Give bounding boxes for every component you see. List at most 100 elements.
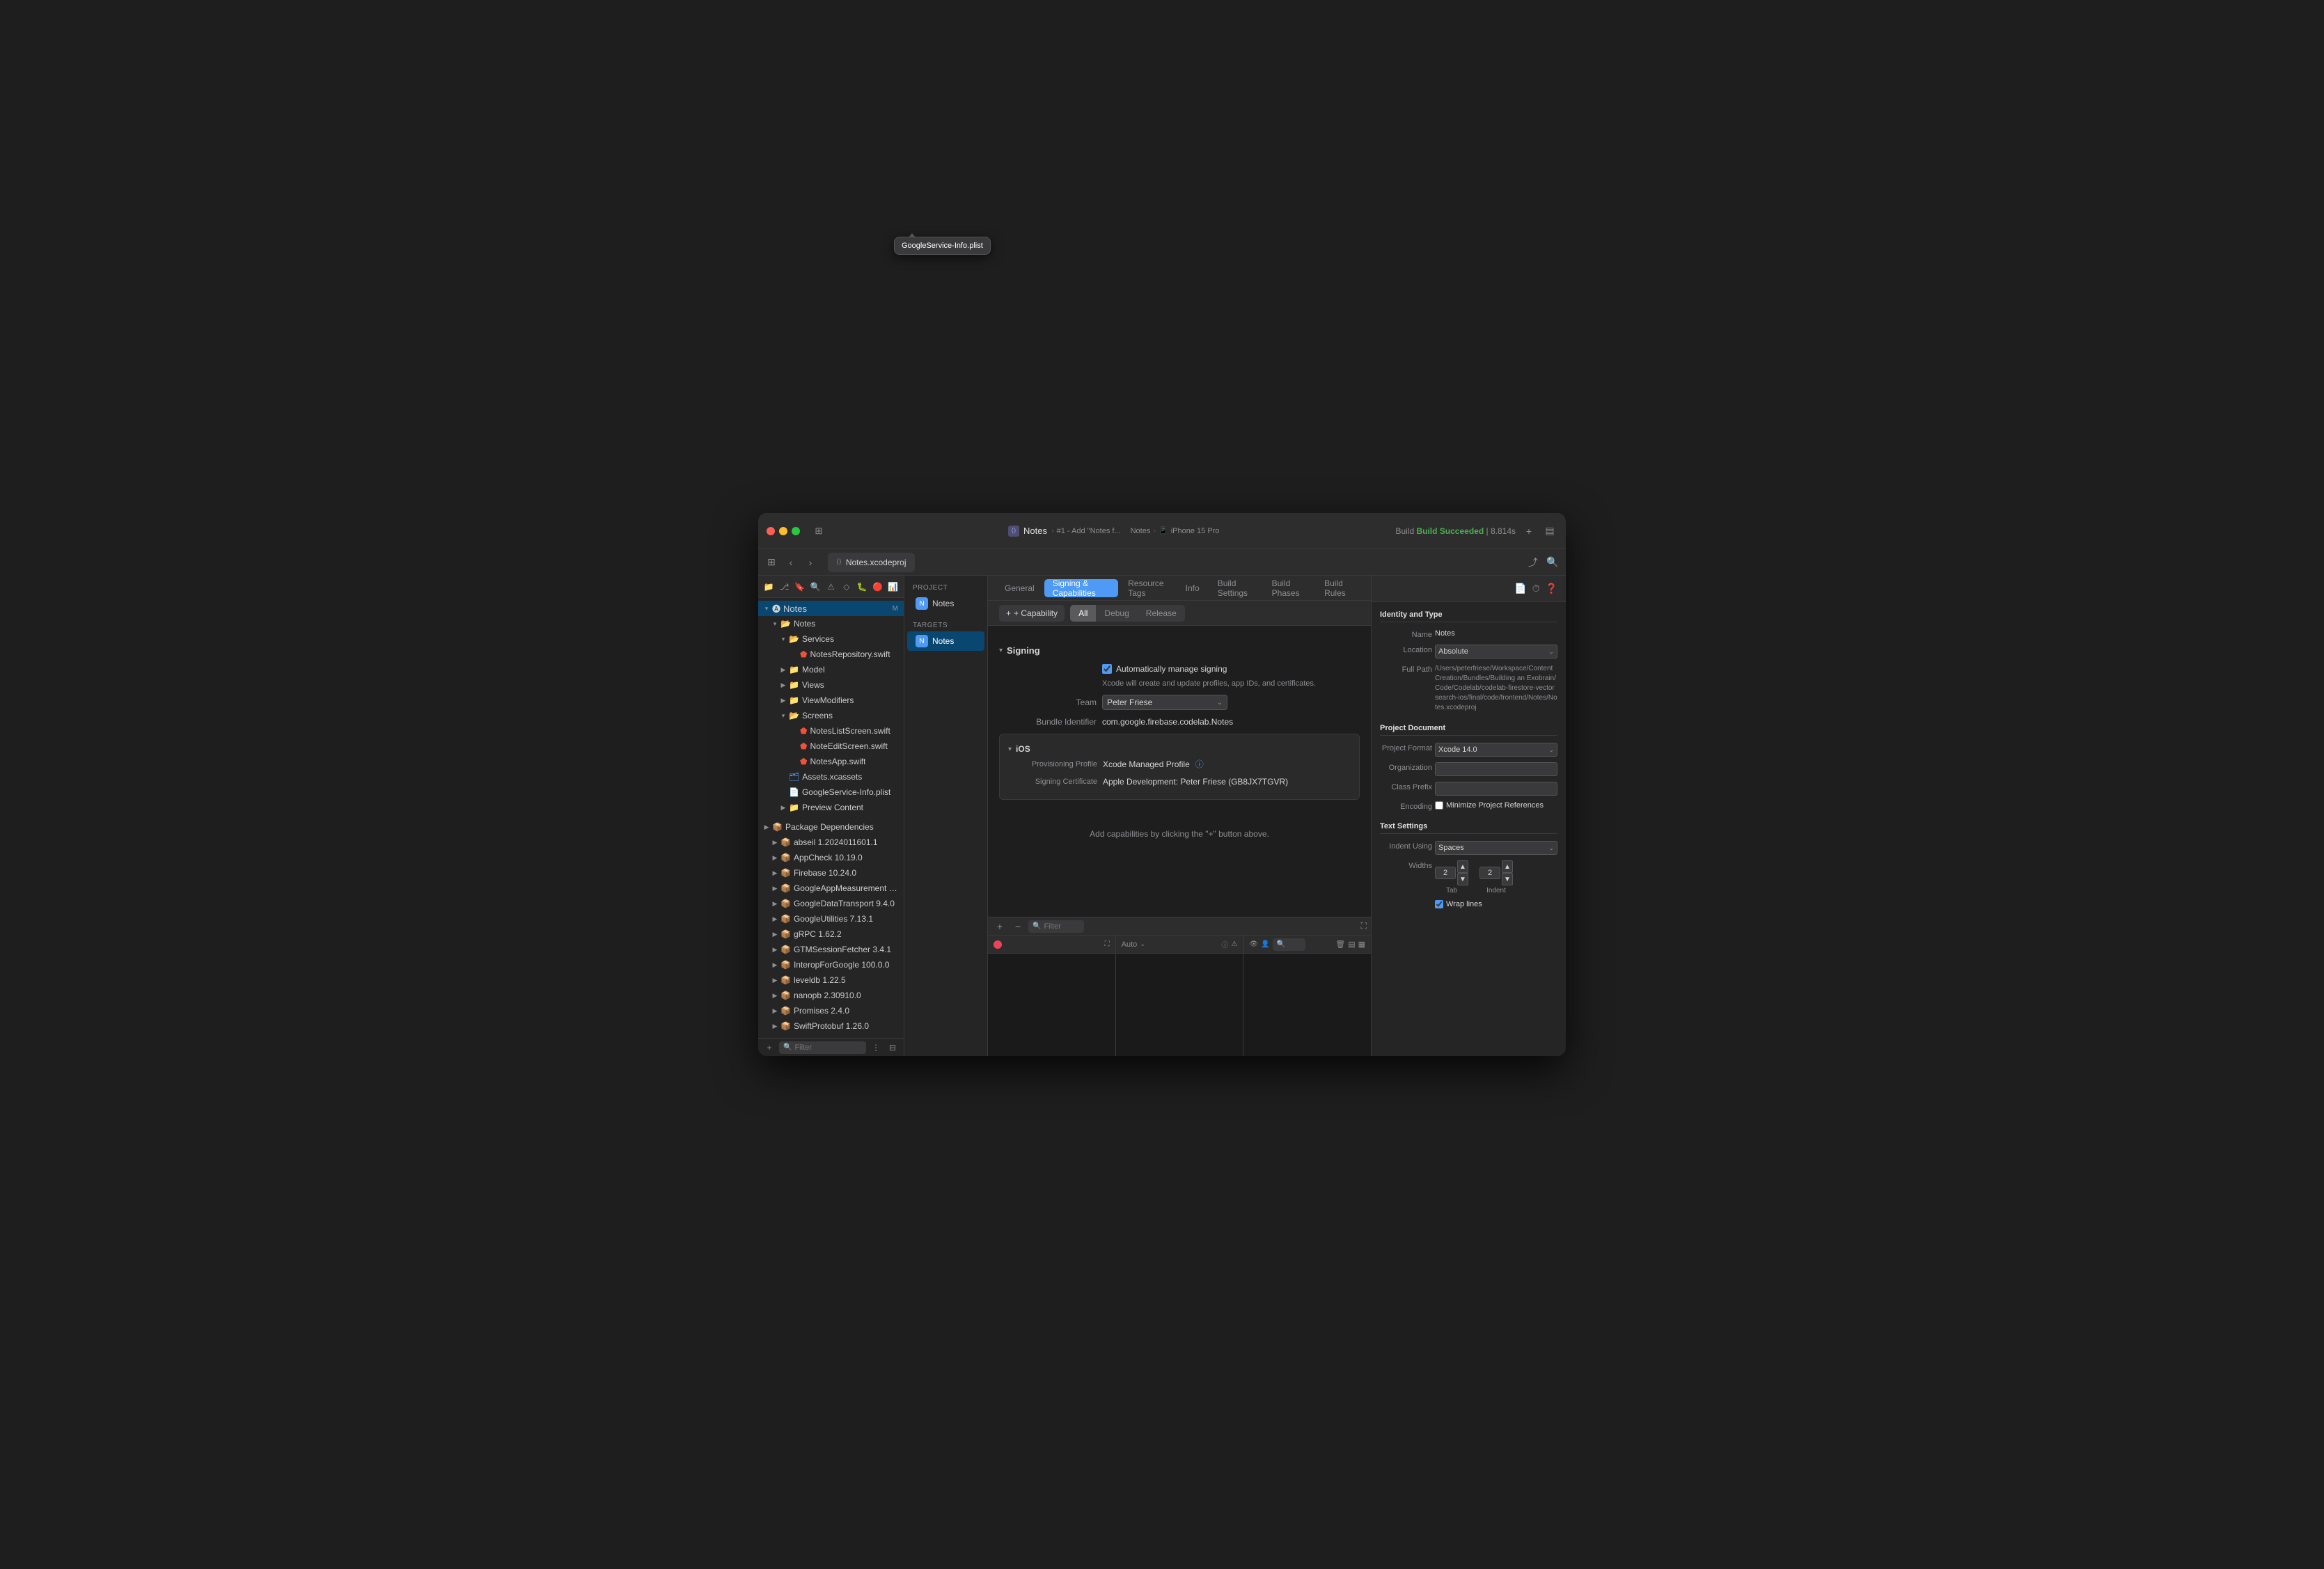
sidebar-item-promises[interactable]: ▶ 📦 Promises 2.4.0 (758, 1003, 904, 1018)
tab-build-phases[interactable]: Build Phases (1264, 579, 1315, 597)
sidebar-item-services[interactable]: ▾ 📂 Services (758, 631, 904, 647)
tab-build-settings[interactable]: Build Settings (1209, 579, 1262, 597)
bookmark-icon[interactable]: 🔖 (794, 580, 806, 594)
sidebar-filter[interactable]: 🔍 (779, 1041, 866, 1054)
fullscreen-button[interactable] (792, 527, 800, 535)
tab-width-up-button[interactable]: ▲ (1457, 860, 1468, 873)
sidebar-item-model[interactable]: ▶ 📁 Model (758, 662, 904, 677)
sidebar-item-swiftprotobuf[interactable]: ▶ 📦 SwiftProtobuf 1.26.0 (758, 1018, 904, 1034)
sidebar-item-noteslist[interactable]: ⬟ NotesListScreen.swift (758, 723, 904, 739)
forward-button[interactable]: › (803, 555, 818, 570)
inspector-format-dropdown[interactable]: Xcode 14.0 ⌄ (1435, 743, 1557, 757)
sidebar-item-screens[interactable]: ▾ 📂 Screens (758, 708, 904, 723)
sidebar-item-views[interactable]: ▶ 📁 Views (758, 677, 904, 693)
sidebar-item-gtm[interactable]: ▶ 📦 GTMSessionFetcher 3.4.1 (758, 942, 904, 957)
share-button[interactable]: ⤴ (1525, 555, 1541, 570)
sidebar-item-plist[interactable]: 📄 GoogleService-Info.plist (758, 784, 904, 800)
seg-debug[interactable]: Debug (1096, 605, 1137, 622)
sidebar-item-pkgdeps[interactable]: ▶ 📦 Package Dependencies (758, 819, 904, 835)
breakpoint-icon[interactable]: 🔴 (871, 580, 884, 594)
sidebar-item-viewmodifiers[interactable]: ▶ 📁 ViewModifiers (758, 693, 904, 708)
sidebar-options-button[interactable]: ⋮ (869, 1041, 883, 1055)
sidebar-item-assets[interactable]: 🗂 Assets.xcassets (758, 769, 904, 784)
seg-release[interactable]: Release (1138, 605, 1185, 622)
drag-tooltip-text: GoogleService-Info.plist (902, 242, 983, 250)
test-icon[interactable]: ◇ (840, 580, 853, 594)
add-file-button[interactable]: + (762, 1041, 776, 1055)
inspect-button[interactable]: 🔍 (1545, 555, 1560, 570)
sidebar-item-noteedit[interactable]: ⬟ NoteEditScreen.swift (758, 739, 904, 754)
tab-info[interactable]: Info (1177, 579, 1208, 597)
project-tab[interactable]: ⟨⟩ Notes.xcodeproj (828, 553, 915, 572)
sidebar-item-root[interactable]: ▾ 🅐 Notes M (758, 601, 904, 616)
sidebar-item-nanopb[interactable]: ▶ 📦 nanopb 2.30910.0 (758, 988, 904, 1003)
back-button[interactable]: ‹ (783, 555, 799, 570)
drag-tooltip: GoogleService-Info.plist (894, 237, 991, 255)
find-icon[interactable]: 🔍 (809, 580, 822, 594)
bottom-add-button[interactable]: + (992, 919, 1007, 934)
bottom-filter-input[interactable] (1044, 922, 1080, 931)
source-control-icon[interactable]: ⎇ (778, 580, 790, 594)
debug-icon[interactable]: 🐛 (856, 580, 868, 594)
indent-width-input[interactable] (1479, 867, 1500, 879)
warning-icon[interactable]: ⚠ (824, 580, 837, 594)
inspector-indentusing-dropdown[interactable]: Spaces ⌄ (1435, 841, 1557, 855)
grid-view-button[interactable]: ⊞ (764, 555, 779, 570)
signing-header[interactable]: ▾ Signing (999, 645, 1360, 656)
sidebar-item-appcheck[interactable]: ▶ 📦 AppCheck 10.19.0 (758, 850, 904, 865)
right-filter-input[interactable] (1288, 940, 1301, 949)
inspector-help-icon[interactable]: ❓ (1546, 583, 1557, 594)
sidebar-item-grpc[interactable]: ▶ 📦 gRPC 1.62.2 (758, 927, 904, 942)
toggle-inspector-button[interactable]: ▤ (1542, 523, 1557, 539)
right-filter[interactable]: 🔍 (1273, 938, 1305, 951)
indent-width-up-button[interactable]: ▲ (1502, 860, 1513, 873)
nav-target-item[interactable]: N Notes (907, 631, 984, 651)
sidebar-item-notes[interactable]: ▾ 📂 Notes (758, 616, 904, 631)
sidebar-filter-input[interactable] (794, 1043, 862, 1052)
inspector-history-icon[interactable]: ⏱ (1532, 583, 1540, 594)
vm-label: ViewModifiers (802, 695, 854, 705)
report-icon[interactable]: 📊 (887, 580, 900, 594)
wrap-lines-checkbox[interactable] (1435, 900, 1443, 908)
sidebar-toggle-button[interactable]: ⊞ (811, 523, 826, 539)
bottom-remove-button[interactable]: − (1010, 919, 1026, 934)
sidebar-item-googleutilities[interactable]: ▶ 📦 GoogleUtilities 7.13.1 (758, 911, 904, 927)
inspector-classprefix-input[interactable] (1435, 782, 1557, 796)
tab-build-rules[interactable]: Build Rules (1316, 579, 1363, 597)
folder-icon[interactable]: 📁 (762, 580, 775, 594)
inspector-file-icon[interactable]: 📄 (1514, 583, 1526, 594)
device-name[interactable]: iPhone 15 Pro (1171, 527, 1220, 535)
inspector-location-dropdown[interactable]: Absolute ⌄ (1435, 645, 1557, 659)
sidebar-item-notesapp[interactable]: ⬟ NotesApp.swift (758, 754, 904, 769)
breadcrumb-item[interactable]: #1 - Add "Notes f... (1057, 527, 1121, 535)
close-button[interactable] (767, 527, 775, 535)
team-dropdown[interactable]: Peter Friese ⌄ (1102, 695, 1227, 710)
auto-sign-checkbox[interactable] (1102, 664, 1112, 674)
provisioning-info-icon[interactable]: ⓘ (1195, 758, 1204, 770)
tab-width-input[interactable] (1435, 867, 1456, 879)
sidebar-item-notesrepository[interactable]: ⬟ NotesRepository.swift (758, 647, 904, 662)
sidebar-item-interop[interactable]: ▶ 📦 InteropForGoogle 100.0.0 (758, 957, 904, 972)
encoding-checkbox[interactable] (1435, 801, 1443, 810)
indent-width-down-button[interactable]: ▼ (1502, 873, 1513, 885)
sidebar-split-button[interactable]: ⊟ (886, 1041, 900, 1055)
tab-general[interactable]: General (996, 579, 1043, 597)
preview-folder-icon: 📁 (789, 803, 799, 812)
sidebar-item-preview[interactable]: ▶ 📁 Preview Content (758, 800, 904, 815)
minimize-button[interactable] (779, 527, 787, 535)
sidebar-item-abseil[interactable]: ▶ 📦 abseil 1.2024011601.1 (758, 835, 904, 850)
inspector-org-input[interactable] (1435, 762, 1557, 776)
sidebar-item-leveldb[interactable]: ▶ 📦 leveldb 1.22.5 (758, 972, 904, 988)
nav-project-item[interactable]: N Notes (907, 594, 984, 613)
add-editor-button[interactable]: + (1521, 523, 1537, 539)
bottom-filter[interactable]: 🔍 (1028, 920, 1084, 933)
tab-resource-tags[interactable]: Resource Tags (1120, 579, 1175, 597)
sidebar-item-googleappmeasurement[interactable]: ▶ 📦 GoogleAppMeasurement 10.24.0 (758, 881, 904, 896)
tab-signing-capabilities[interactable]: Signing & Capabilities (1044, 579, 1119, 597)
sidebar-item-firebase[interactable]: ▶ 📦 Firebase 10.24.0 (758, 865, 904, 881)
tab-width-down-button[interactable]: ▼ (1457, 873, 1468, 885)
add-capability-button[interactable]: + + Capability (999, 605, 1065, 622)
seg-all[interactable]: All (1070, 605, 1096, 622)
sidebar-item-googledatatransport[interactable]: ▶ 📦 GoogleDataTransport 9.4.0 (758, 896, 904, 911)
ios-header[interactable]: ▾ iOS (1000, 740, 1359, 758)
